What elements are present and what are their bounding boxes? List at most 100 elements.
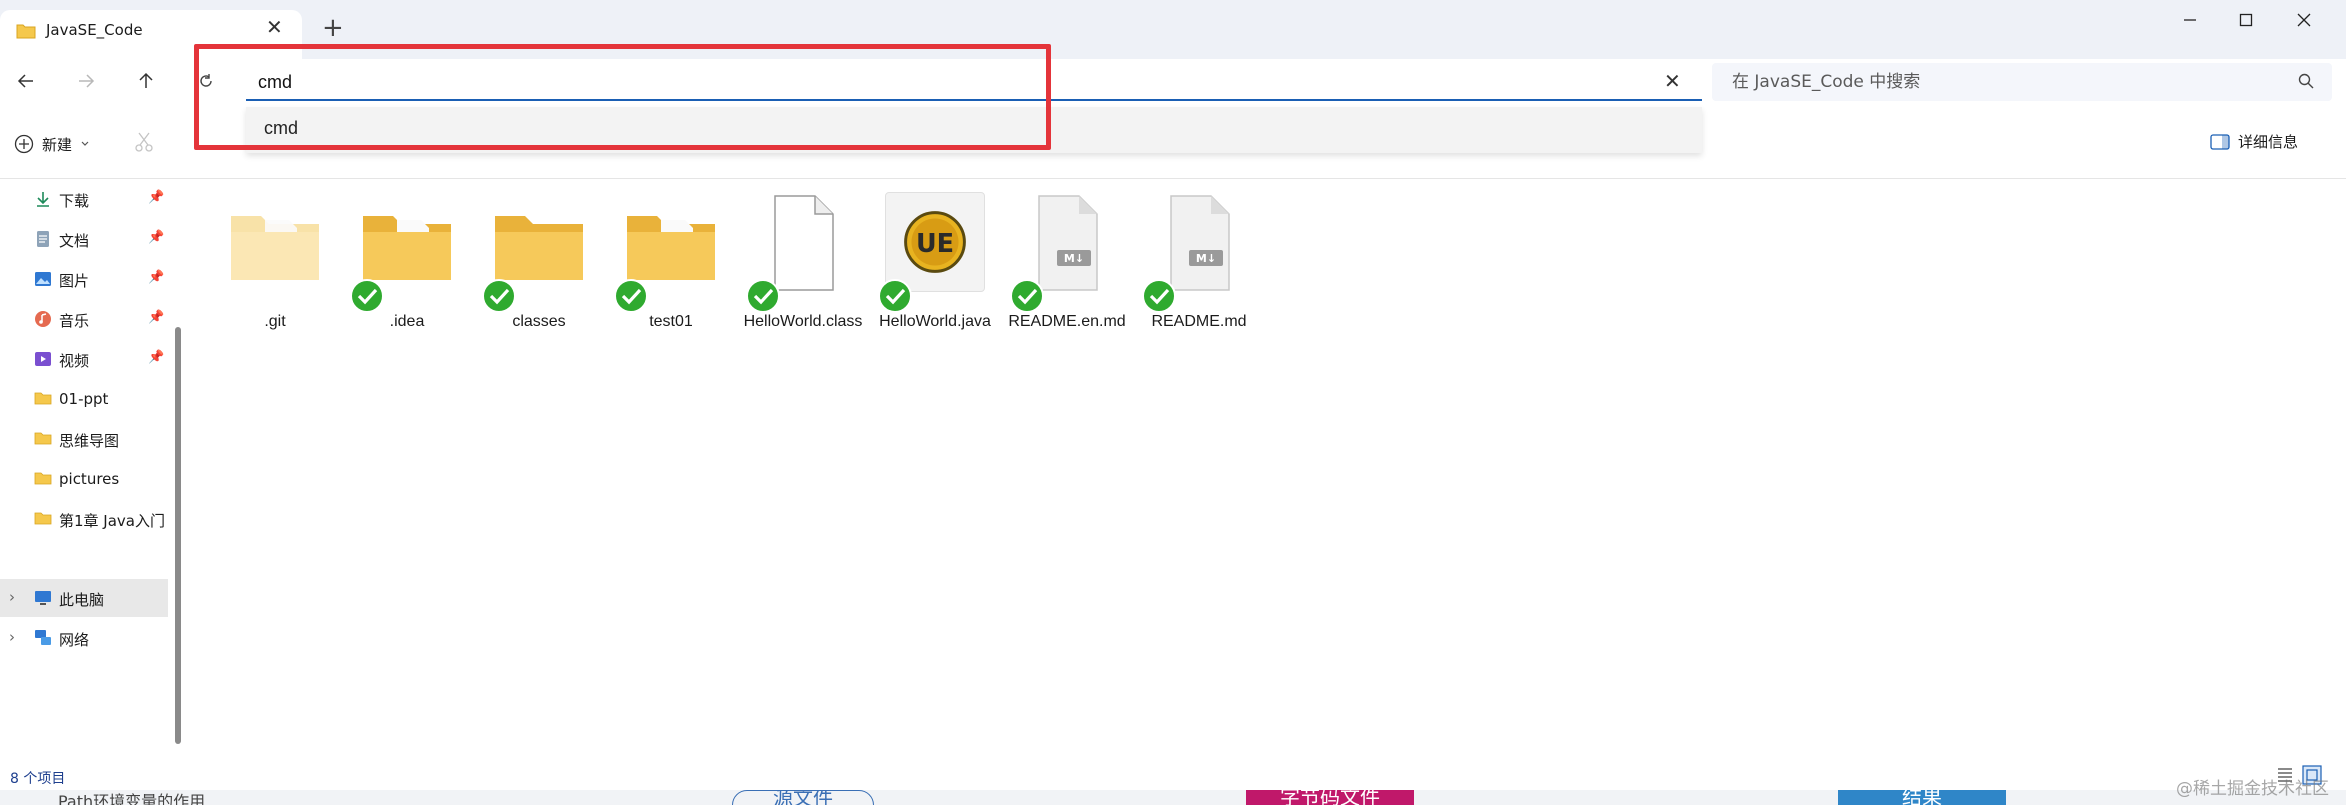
watermark: @稀土掘金技术社区 [2176,779,2329,799]
sidebar-item-label: 音乐 [59,312,90,330]
ultraedit-icon: UE [885,192,985,292]
tab-javase-code[interactable]: JavaSE_Code ✕ [0,10,302,59]
up-button[interactable] [126,59,166,103]
new-button[interactable]: 新建 [14,129,90,159]
sync-check-icon [350,279,384,313]
sidebar-item-mindmap[interactable]: 思维导图 [0,420,168,458]
folder-icon [34,510,52,528]
file-list: .git .idea classes test01 HelloWorld.cla… [190,180,2346,765]
item-count: 8 个项目 [10,771,66,787]
tab-close-button[interactable]: ✕ [266,17,283,37]
sidebar-item-network[interactable]: › 网络 [0,619,168,657]
title-bar: JavaSE_Code ✕ + [0,0,2346,59]
search-icon[interactable] [2298,73,2314,93]
navigation-bar: ✕ [0,59,2346,107]
sidebar-item-label: pictures [59,470,120,488]
close-window-button[interactable] [2284,6,2324,34]
sidebar-item-label: 文档 [59,232,90,250]
address-clear-button[interactable]: ✕ [1664,71,1681,91]
sync-check-icon [1142,279,1176,313]
sidebar-item-chapter1[interactable]: 第1章 Java入门 [0,500,168,538]
download-icon [34,190,52,208]
file-name: HelloWorld.class [743,313,863,330]
chevron-right-icon[interactable]: › [9,588,15,606]
sidebar-item-music[interactable]: 音乐 📌 [0,300,168,338]
folder-icon [16,23,36,43]
sidebar-item-01-ppt[interactable]: 01-ppt [0,380,168,418]
file-name: HelloWorld.java [879,313,991,330]
background-window: Path环境变量的作用 源文件 字节码文件 结果 [0,790,2346,805]
details-button[interactable]: 详细信息 [2210,131,2298,152]
sidebar-item-videos[interactable]: 视频 📌 [0,340,168,378]
sidebar-scrollbar[interactable] [175,327,181,744]
file-name: README.en.md [1008,313,1126,330]
back-button[interactable] [6,59,46,103]
folder-icon [34,430,52,448]
maximize-button[interactable] [2226,6,2266,34]
new-button-label: 新建 [42,135,73,154]
maximize-icon [2239,13,2253,27]
file-name: README.md [1151,313,1247,330]
search-input[interactable] [1732,69,2252,95]
folder-icon [34,470,52,488]
sync-check-icon [746,279,780,313]
details-button-label: 详细信息 [2238,133,2299,151]
sidebar-item-pictures-folder[interactable]: pictures [0,460,168,498]
background-label-result: 结果 [1838,790,2006,805]
refresh-icon [200,74,212,87]
address-suggestions: cmd [246,107,1702,153]
pin-icon: 📌 [148,230,165,245]
pin-icon: 📌 [148,270,165,285]
arrow-left-icon [17,74,33,88]
video-icon [34,350,52,368]
background-text: Path环境变量的作用 [58,792,206,805]
pin-icon: 📌 [148,350,165,365]
sync-check-icon [1010,279,1044,313]
sidebar-item-label: 01-ppt [59,390,109,408]
sidebar-item-label: 此电脑 [59,591,105,609]
minimize-icon [2184,19,2196,21]
sidebar-item-label: 下载 [59,192,90,210]
cut-button[interactable] [134,131,154,157]
status-bar: 8 个项目 [0,765,2346,790]
address-bar[interactable]: ✕ [246,63,1702,101]
sync-check-icon [878,279,912,313]
close-icon [2297,13,2311,27]
refresh-button[interactable] [186,59,226,103]
file-name: .idea [389,313,425,330]
chevron-right-icon[interactable]: › [9,628,15,646]
folder-icon [627,216,715,280]
sync-check-icon [614,279,648,313]
search-box[interactable] [1712,63,2332,101]
minimize-button[interactable] [2170,6,2210,34]
background-label-source: 源文件 [732,790,874,805]
folder-icon [495,216,583,280]
background-label-bytecode: 字节码文件 [1246,790,1414,805]
sidebar-item-label: 视频 [59,352,90,370]
address-input[interactable] [258,69,1638,95]
scissors-icon [135,132,153,152]
music-icon [34,310,52,328]
new-tab-button[interactable]: + [322,15,344,41]
computer-icon [34,589,52,607]
markdown-file-icon: M↓ [1170,195,1230,291]
plus-circle-icon [14,134,34,154]
svg-text:M↓: M↓ [1064,252,1084,265]
tab-title: JavaSE_Code [46,21,143,39]
folder-icon [231,216,319,280]
sidebar-item-label: 网络 [59,631,90,649]
document-icon [34,230,52,248]
forward-button[interactable] [66,59,106,103]
pin-icon: 📌 [148,310,165,325]
sidebar-item-pictures[interactable]: 图片 📌 [0,260,168,298]
sidebar-item-label: 第1章 Java入门 [59,512,165,530]
sidebar-item-downloads[interactable]: 下载 📌 [0,180,168,218]
sidebar-item-this-pc[interactable]: › 此电脑 [0,579,168,617]
picture-icon [34,270,52,288]
sidebar-item-label: 图片 [59,272,90,290]
pin-icon: 📌 [148,190,165,205]
suggestion-item[interactable]: cmd [264,118,298,139]
folder-icon [363,216,451,280]
sidebar-item-documents[interactable]: 文档 📌 [0,220,168,258]
chevron-down-icon [81,141,89,146]
